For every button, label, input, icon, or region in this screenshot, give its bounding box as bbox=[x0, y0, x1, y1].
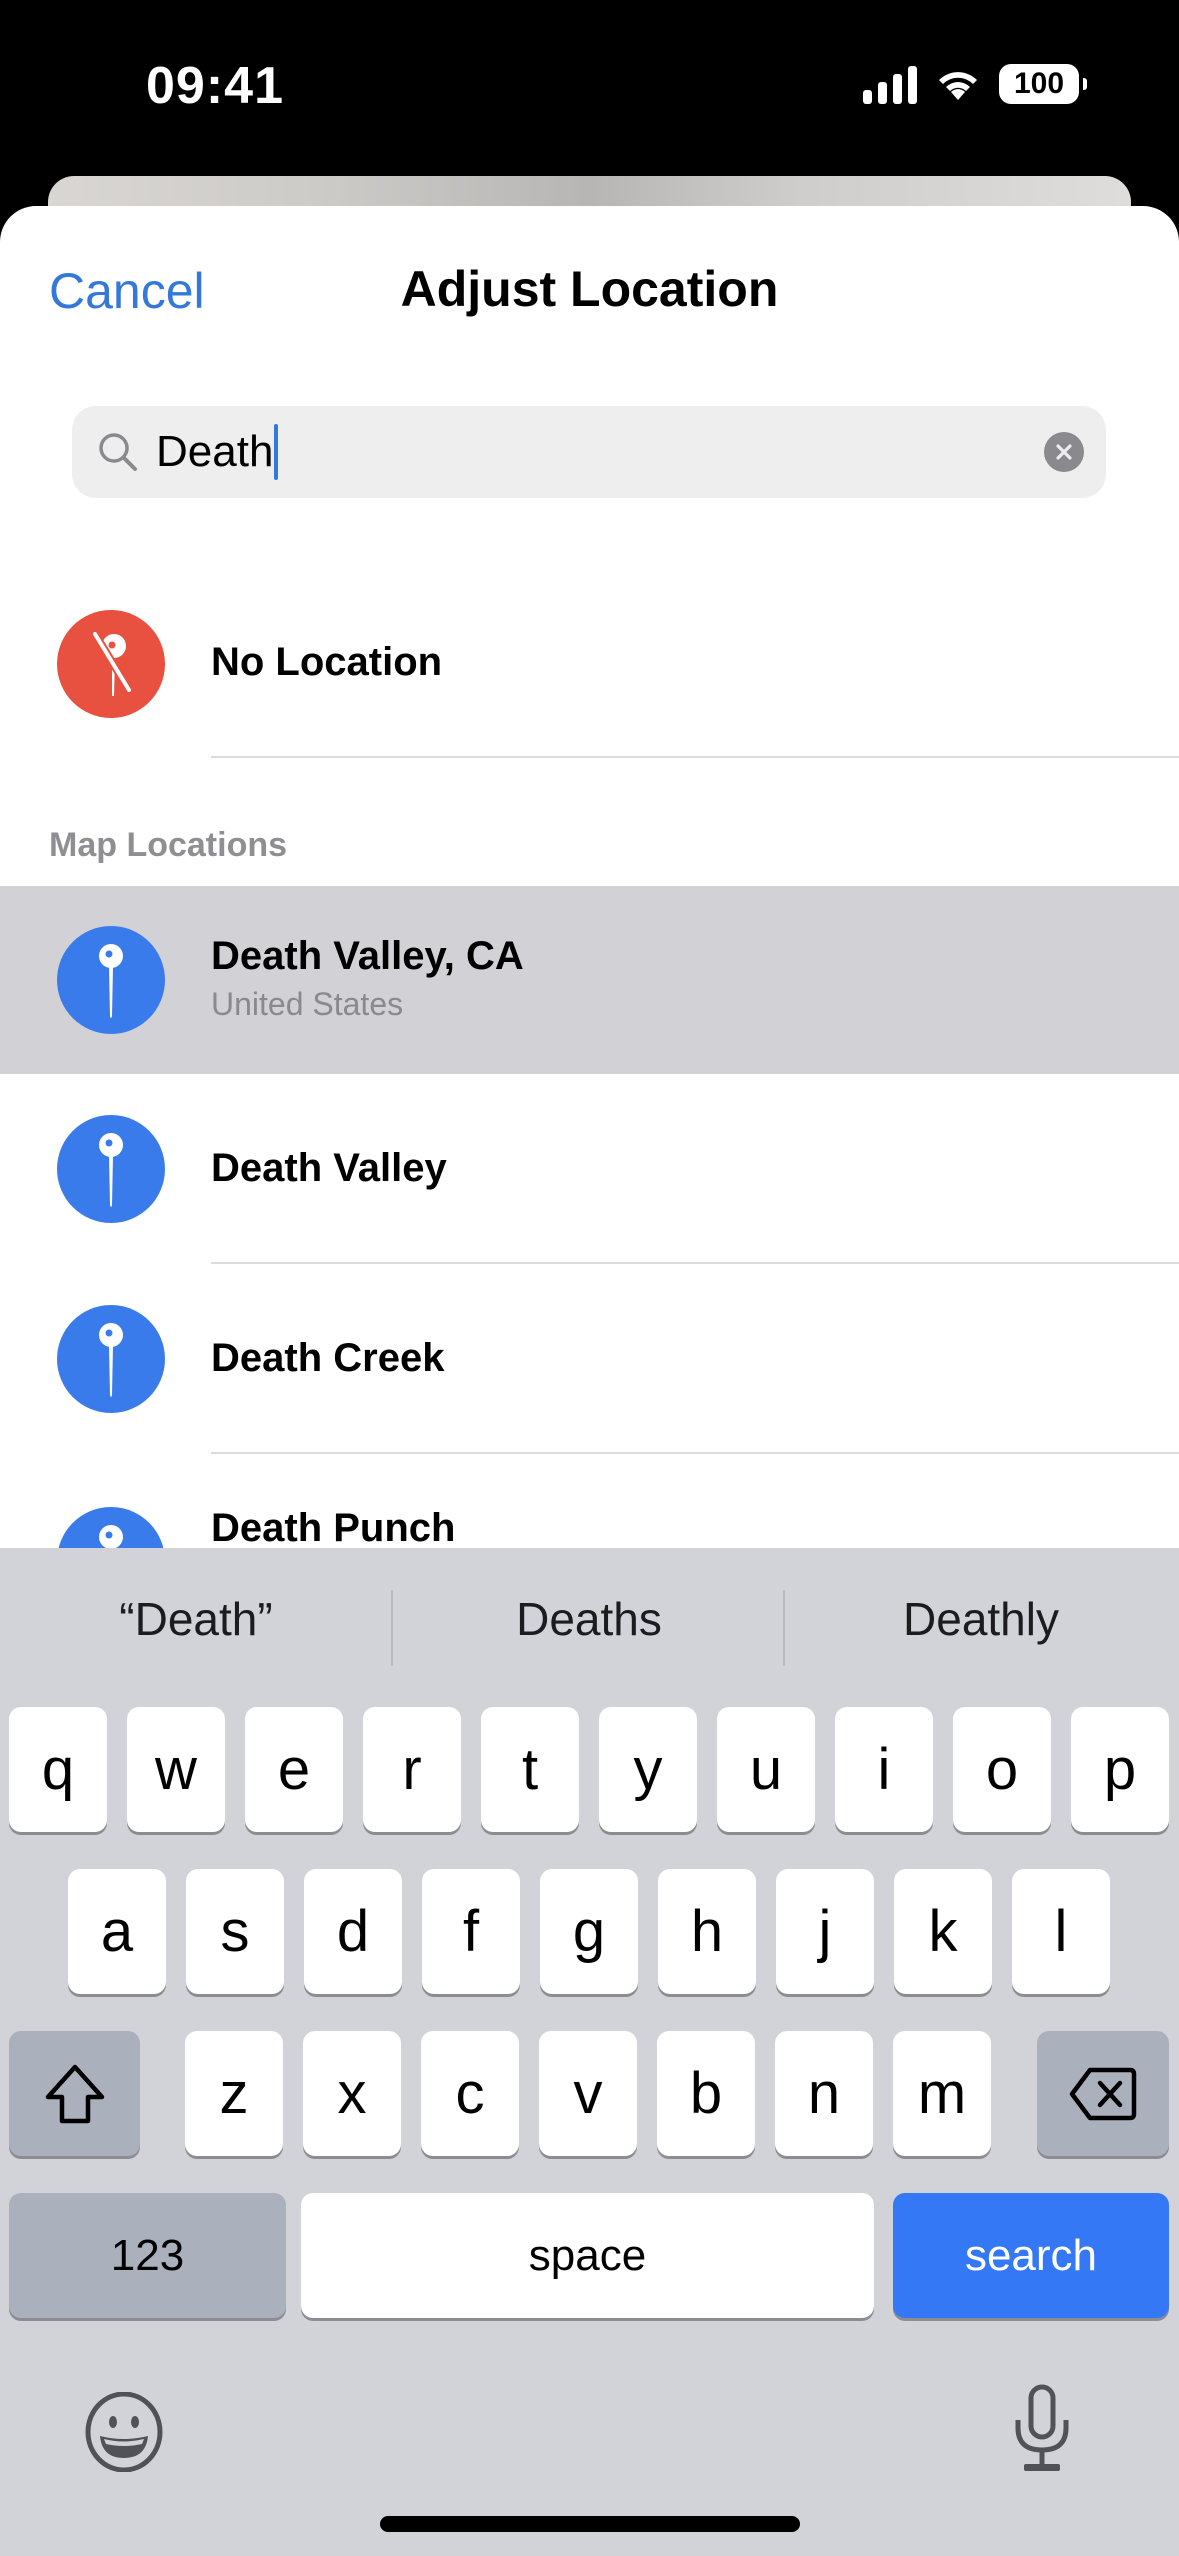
shift-icon bbox=[45, 2064, 104, 2123]
home-indicator[interactable] bbox=[380, 2516, 800, 2532]
location-title: Death Valley, CA bbox=[211, 934, 524, 978]
key-s[interactable]: s bbox=[186, 1869, 284, 1994]
nav-bar: Cancel Adjust Location bbox=[0, 206, 1179, 366]
key-o[interactable]: o bbox=[953, 1707, 1051, 1832]
pin-icon bbox=[57, 1305, 165, 1413]
key-w[interactable]: w bbox=[127, 1707, 225, 1832]
location-slash-icon bbox=[57, 610, 165, 718]
row-divider bbox=[211, 756, 1179, 758]
key-z[interactable]: z bbox=[185, 2031, 283, 2156]
section-header-map-locations: Map Locations bbox=[49, 826, 288, 864]
key-c[interactable]: c bbox=[421, 2031, 519, 2156]
suggestion-1[interactable]: “Death” bbox=[0, 1592, 392, 1646]
space-key[interactable]: space bbox=[301, 2193, 874, 2318]
key-l[interactable]: l bbox=[1012, 1869, 1110, 1994]
search-input-text: Death bbox=[156, 427, 274, 476]
key-j[interactable]: j bbox=[776, 1869, 874, 1994]
key-p[interactable]: p bbox=[1071, 1707, 1169, 1832]
key-g[interactable]: g bbox=[540, 1869, 638, 1994]
emoji-button[interactable] bbox=[84, 2391, 164, 2473]
key-k[interactable]: k bbox=[894, 1869, 992, 1994]
no-location-label: No Location bbox=[211, 640, 443, 684]
pin-icon bbox=[57, 1115, 165, 1223]
key-y[interactable]: y bbox=[599, 1707, 697, 1832]
dictation-button[interactable] bbox=[1012, 2384, 1072, 2476]
clear-search-button[interactable] bbox=[1044, 432, 1084, 472]
location-result-row[interactable]: Death Valley bbox=[0, 1074, 1179, 1264]
delete-icon bbox=[1069, 2067, 1137, 2120]
location-result-row[interactable]: Death Valley, CA United States bbox=[0, 886, 1179, 1074]
key-t[interactable]: t bbox=[481, 1707, 579, 1832]
text-caret bbox=[274, 424, 279, 480]
keyboard: “Death” Deaths Deathly 123 space search bbox=[0, 1548, 1179, 2556]
numbers-key[interactable]: 123 bbox=[9, 2193, 286, 2318]
location-title: Death Punch bbox=[211, 1506, 456, 1550]
predictive-bar: “Death” Deaths Deathly bbox=[0, 1548, 1179, 1698]
battery-icon: 100 bbox=[999, 64, 1087, 104]
status-bar: 09:41 100 bbox=[0, 0, 1179, 170]
status-icons: 100 bbox=[863, 64, 1087, 104]
status-time: 09:41 bbox=[146, 57, 284, 115]
search-input[interactable]: Death bbox=[156, 422, 279, 482]
key-a[interactable]: a bbox=[68, 1869, 166, 1994]
location-title: Death Creek bbox=[211, 1336, 445, 1380]
key-f[interactable]: f bbox=[422, 1869, 520, 1994]
search-icon bbox=[99, 433, 137, 471]
page-title: Adjust Location bbox=[400, 261, 779, 317]
key-b[interactable]: b bbox=[657, 2031, 755, 2156]
delete-key[interactable] bbox=[1037, 2031, 1169, 2156]
key-h[interactable]: h bbox=[658, 1869, 756, 1994]
microphone-icon bbox=[1015, 2384, 1069, 2471]
no-location-row[interactable]: No Location bbox=[0, 570, 1179, 758]
suggestion-3[interactable]: Deathly bbox=[785, 1592, 1177, 1646]
search-key[interactable]: search bbox=[893, 2193, 1169, 2318]
signal-icon bbox=[863, 64, 917, 104]
key-v[interactable]: v bbox=[539, 2031, 637, 2156]
key-n[interactable]: n bbox=[775, 2031, 873, 2156]
key-m[interactable]: m bbox=[893, 2031, 991, 2156]
search-field[interactable]: Death bbox=[72, 406, 1106, 498]
battery-level: 100 bbox=[1013, 67, 1065, 100]
location-subtitle: United States bbox=[211, 986, 404, 1022]
location-result-row[interactable]: Death Creek bbox=[0, 1264, 1179, 1454]
key-d[interactable]: d bbox=[304, 1869, 402, 1994]
key-x[interactable]: x bbox=[303, 2031, 401, 2156]
key-e[interactable]: e bbox=[245, 1707, 343, 1832]
suggestion-2[interactable]: Deaths bbox=[393, 1592, 785, 1646]
key-i[interactable]: i bbox=[835, 1707, 933, 1832]
shift-key[interactable] bbox=[9, 2031, 140, 2156]
pin-icon bbox=[57, 926, 165, 1034]
key-q[interactable]: q bbox=[9, 1707, 107, 1832]
wifi-icon bbox=[939, 72, 977, 100]
key-r[interactable]: r bbox=[363, 1707, 461, 1832]
location-title: Death Valley bbox=[211, 1146, 447, 1190]
emoji-icon bbox=[85, 2391, 163, 2473]
key-u[interactable]: u bbox=[717, 1707, 815, 1832]
clear-icon bbox=[1056, 444, 1072, 460]
